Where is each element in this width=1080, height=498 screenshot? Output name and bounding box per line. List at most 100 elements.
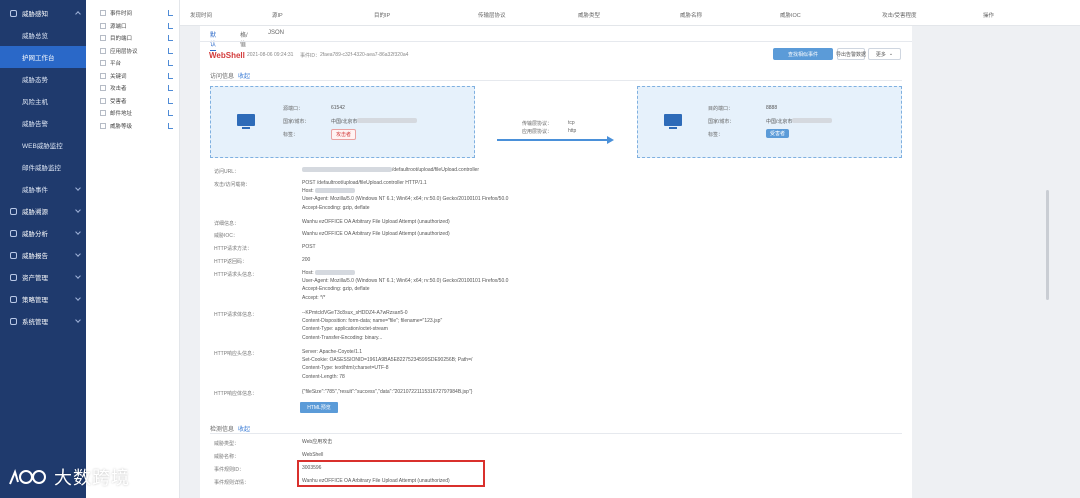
find-similar-button[interactable]: 查找相似事件 [773, 48, 833, 60]
tab-key-value[interactable]: 格/值 [240, 30, 248, 48]
computer-icon [664, 114, 682, 129]
nav-threat-alerts[interactable]: 威胁告警 [0, 112, 86, 134]
event-id: 2faea789-c32f-4320-aea7-86a32f320a4 [320, 52, 409, 58]
analysis-icon [10, 229, 17, 237]
nav-asset-management[interactable]: 资产管理 [0, 266, 86, 288]
checkbox[interactable] [100, 47, 106, 54]
app-protocol: http [568, 128, 577, 134]
dest-location: 中国/北京市 [766, 119, 793, 125]
col-header[interactable]: 威胁名称 [680, 11, 702, 19]
shield-icon [10, 9, 17, 17]
nav-threat-trace[interactable]: 威胁溯源 [0, 200, 86, 222]
divider [210, 433, 902, 434]
nav-threat-report[interactable]: 威胁报告 [0, 244, 86, 266]
nav-threat-analysis[interactable]: 威胁分析 [0, 222, 86, 244]
chart-icon [168, 97, 173, 104]
chevron-down-icon [75, 207, 81, 213]
more-button[interactable]: 更多 ⌄ [868, 48, 901, 60]
redacted-text [792, 118, 832, 123]
chart-icon [168, 85, 173, 91]
attack-payload: POST /defaultroot/upload/fileUpload.cont… [302, 180, 509, 211]
detect-info-header: 检测信息 收起 [210, 427, 251, 433]
chevron-down-icon [75, 185, 81, 191]
nav-hvv-workbench[interactable]: 护网工作台 [0, 46, 86, 68]
chart-icon [168, 72, 173, 79]
html-preview-button[interactable]: HTML预览 [300, 402, 338, 413]
watermark-text: 大数跨境 [54, 468, 130, 489]
col-header[interactable]: 操作 [983, 11, 994, 19]
nav-web-monitor[interactable]: WEB威胁监控 [0, 134, 86, 156]
checkbox[interactable] [100, 97, 106, 104]
col-header[interactable]: 威胁类型 [578, 11, 600, 19]
checkbox[interactable] [100, 60, 106, 67]
source-location: 中国/北京市 [331, 119, 358, 125]
http-status: 200 [302, 257, 311, 263]
scrollbar[interactable] [1046, 190, 1049, 300]
export-button[interactable]: 导出告警数据 [836, 48, 866, 60]
col-header[interactable]: 传输层协议 [478, 11, 506, 19]
checkbox[interactable] [100, 110, 106, 117]
col-header[interactable]: 目的IP [374, 11, 390, 19]
nav-threat-events[interactable]: 威胁事件 [0, 178, 86, 200]
chevron-down-icon [75, 251, 81, 257]
checkbox[interactable] [100, 35, 106, 42]
nav-threat-overview[interactable]: 威胁总览 [0, 24, 86, 46]
victim-tag: 受害者 [766, 129, 790, 138]
list-item[interactable]: 源端口 [86, 20, 179, 33]
nav-threat-perception[interactable]: 威胁感知 [0, 2, 86, 24]
list-item[interactable]: 平台 [86, 57, 179, 70]
redacted-text [315, 188, 356, 194]
nav-policy-management[interactable]: 策略管理 [0, 288, 86, 310]
http-response-body: {"fileSize":"785","result":"success","da… [302, 389, 473, 395]
col-header[interactable]: 源IP [272, 11, 283, 19]
divider [210, 80, 902, 81]
checkbox[interactable] [100, 10, 106, 17]
detail-info: Wanhu ezOFFICE OA Arbitrary File Upload … [302, 219, 450, 225]
access-info-header: 访问信息 收起 [210, 74, 251, 80]
redacted-text [357, 118, 417, 123]
chart-icon [168, 22, 173, 29]
chart-icon [168, 35, 173, 41]
list-item[interactable]: 攻击者 [86, 82, 179, 95]
list-item[interactable]: 威胁等级 [86, 120, 179, 133]
tab-json[interactable]: JSON [268, 30, 284, 36]
chart-icon [168, 110, 173, 116]
nav-risk-hosts[interactable]: 风险主机 [0, 90, 86, 112]
gear-icon [10, 317, 17, 325]
trace-icon [10, 207, 17, 215]
list-item[interactable]: 邮件地址 [86, 107, 179, 120]
event-detail-panel: 默认 格/值 JSON WebShell 2021-08-06 09:24:31… [200, 26, 912, 498]
chart-icon [168, 47, 173, 54]
nav-system-management[interactable]: 系统管理 [0, 310, 86, 332]
checkbox[interactable] [100, 122, 106, 129]
source-port: 61542 [331, 105, 345, 111]
event-title: WebShell [209, 51, 245, 60]
event-timestamp: 2021-08-06 09:24:31 [247, 52, 294, 58]
list-item[interactable]: 关键词 [86, 70, 179, 83]
col-header[interactable]: 攻击/受害程度 [882, 11, 917, 19]
nav-mail-monitor[interactable]: 邮件威胁监控 [0, 156, 86, 178]
event-id-label: 事件ID： [300, 53, 321, 59]
nav-threat-situation[interactable]: 威胁态势 [0, 68, 86, 90]
column-selector-list: 事件时间 源端口 目的端口 应用层协议 平台 关键词 攻击者 受害者 邮件地址 … [86, 0, 180, 498]
http-request-body: --KPmtcldVGeT3c8sux_sHDDZ4-A7wRzsan5-0 C… [302, 310, 443, 341]
list-item[interactable]: 受害者 [86, 95, 179, 108]
watermark-logo: 大数跨境 [6, 462, 130, 492]
list-item[interactable]: 目的端口 [86, 32, 179, 45]
chevron-down-icon [75, 295, 81, 301]
checkbox[interactable] [100, 72, 106, 79]
arrow-right-icon [607, 136, 614, 144]
computer-icon [237, 114, 255, 129]
list-item[interactable]: 应用层协议 [86, 45, 179, 58]
col-header[interactable]: 发现时间 [190, 11, 212, 19]
col-header[interactable]: 威胁IOC [780, 11, 801, 19]
chevron-down-icon: ⌄ [888, 51, 894, 57]
checkbox[interactable] [100, 22, 106, 29]
dest-port: 8888 [766, 105, 778, 111]
brand-logo-icon [9, 469, 46, 485]
event-table-header: 发现时间 源IP 目的IP 传输层协议 威胁类型 威胁名称 威胁IOC 攻击/受… [180, 0, 1080, 26]
redacted-text [302, 167, 392, 173]
list-item[interactable]: 事件时间 [86, 7, 179, 20]
checkbox[interactable] [100, 85, 106, 92]
redacted-text [315, 270, 356, 276]
